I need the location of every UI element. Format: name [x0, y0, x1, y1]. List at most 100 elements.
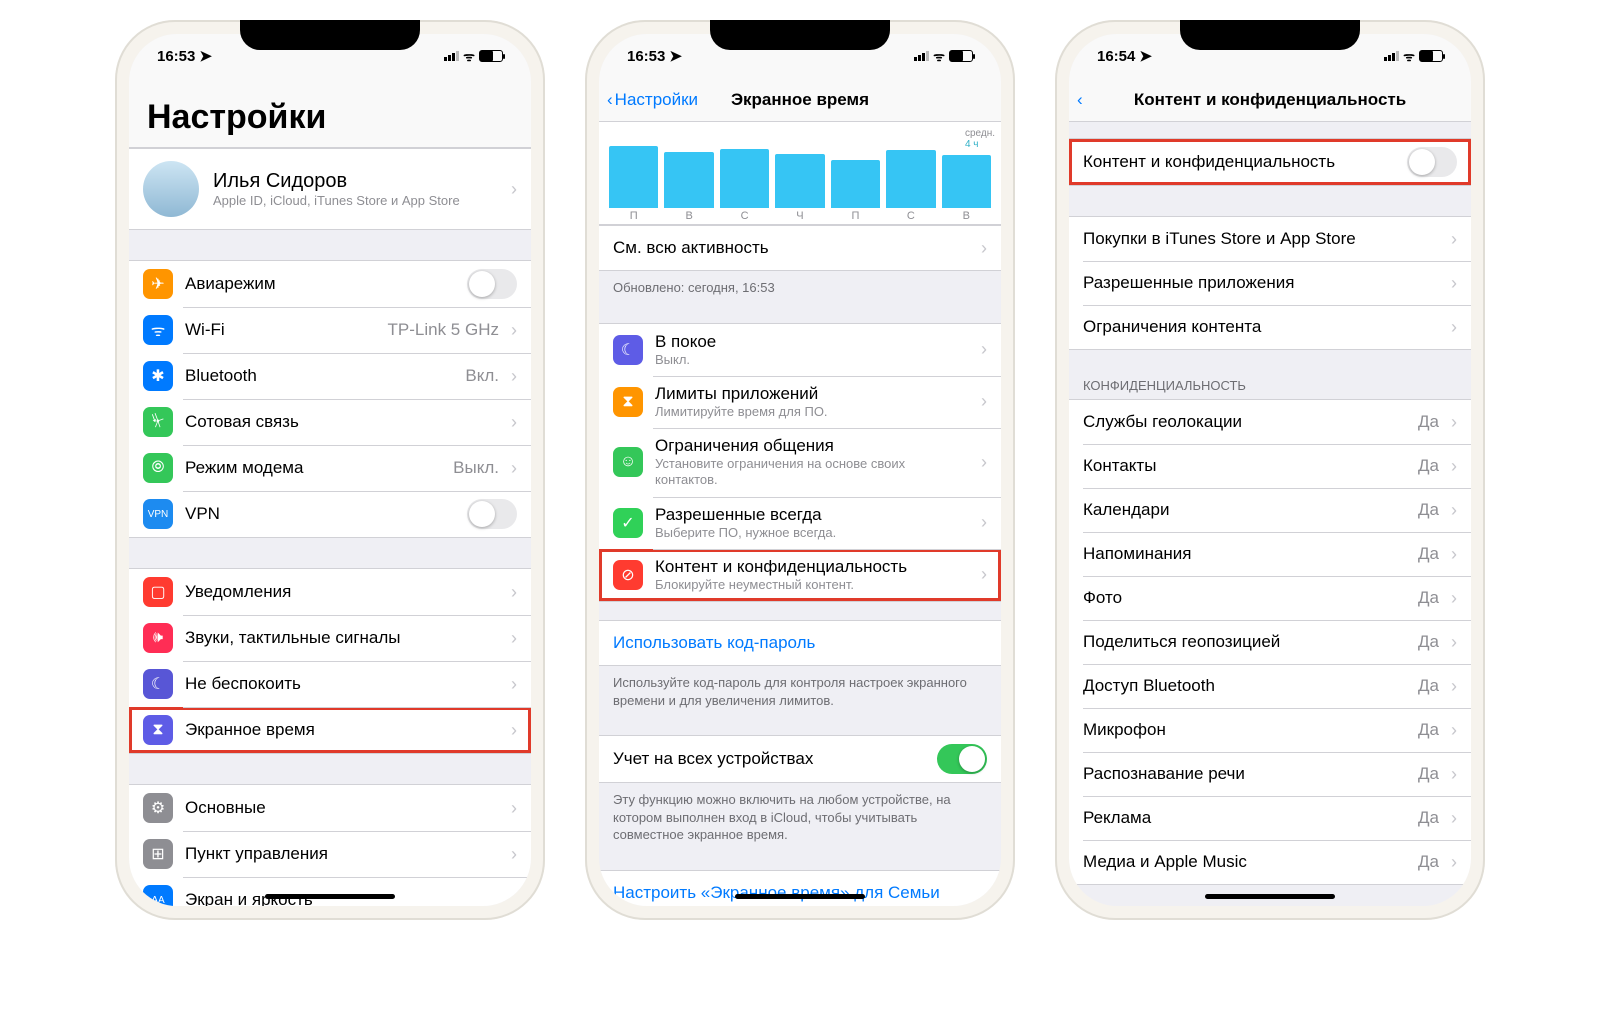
chart-day-labels: ПВСЧПСВ: [609, 208, 991, 222]
list-row[interactable]: Службы геолокацииДа›: [1069, 400, 1471, 444]
row-title: Медиа и Apple Music: [1083, 852, 1406, 872]
settings-row[interactable]: VPNVPN: [129, 491, 531, 537]
share-toggle[interactable]: [937, 744, 987, 774]
screen-content-privacy: 16:54 ➤ ᯤ ‹ Контент и конфиденциальность…: [1069, 34, 1471, 906]
chevron-icon: ›: [1451, 764, 1457, 785]
notch: [240, 20, 420, 50]
see-all-activity-row[interactable]: См. всю активность ›: [599, 226, 1001, 270]
back-button[interactable]: ‹ Настройки: [607, 90, 698, 110]
settings-list[interactable]: Илья Сидоров Apple ID, iCloud, iTunes St…: [129, 148, 531, 906]
home-indicator[interactable]: [1205, 894, 1335, 899]
list-row[interactable]: ФотоДа›: [1069, 576, 1471, 620]
phone-2: 16:53 ➤ ᯤ ‹ Настройки Экранное время сре…: [585, 20, 1015, 920]
звуки-тактильные-сигналы-icon: 🕪: [143, 623, 173, 653]
list-row[interactable]: Доступ BluetoothДа›: [1069, 664, 1471, 708]
list-row[interactable]: Ограничения контента›: [1069, 305, 1471, 349]
row-subtitle: Установите ограничения на основе своих к…: [655, 456, 969, 489]
location-icon: ➤: [1139, 47, 1152, 65]
row-title: Сотовая связь: [185, 412, 487, 432]
settings-row[interactable]: 🕪Звуки, тактильные сигналы›: [129, 615, 531, 661]
row-title: Контент и конфиденциальность: [655, 557, 969, 577]
list-row[interactable]: КонтактыДа›: [1069, 444, 1471, 488]
chevron-icon: ›: [1451, 544, 1457, 565]
settings-row[interactable]: ✓Разрешенные всегдаВыберите ПО, нужное в…: [599, 497, 1001, 549]
list-row[interactable]: НапоминанияДа›: [1069, 532, 1471, 576]
content-privacy-toggle[interactable]: [1407, 147, 1457, 177]
notch: [1180, 20, 1360, 50]
list-row[interactable]: Покупки в iTunes Store и App Store›: [1069, 217, 1471, 261]
row-detail: Да: [1418, 500, 1439, 520]
settings-row[interactable]: ✱BluetoothВкл.›: [129, 353, 531, 399]
settings-row[interactable]: ☺Ограничения общенияУстановите ограничен…: [599, 428, 1001, 497]
chevron-icon: ›: [981, 452, 987, 473]
settings-row[interactable]: ⧗Лимиты приложенийЛимитируйте время для …: [599, 376, 1001, 428]
режим-модема-icon: ⦾: [143, 453, 173, 483]
list-row[interactable]: Поделиться геопозициейДа›: [1069, 620, 1471, 664]
settings-row[interactable]: ⦾Режим модемаВыкл.›: [129, 445, 531, 491]
row-title: Режим модема: [185, 458, 441, 478]
list-row[interactable]: Разрешенные приложения›: [1069, 261, 1471, 305]
use-passcode-row[interactable]: Использовать код-пароль: [599, 621, 1001, 665]
settings-row[interactable]: ⧗Экранное время›: [129, 707, 531, 753]
chevron-icon: ›: [511, 179, 517, 200]
chevron-icon: ›: [511, 720, 517, 741]
passcode-group: Использовать код-пароль: [599, 620, 1001, 666]
row-title: Уведомления: [185, 582, 499, 602]
list-row[interactable]: Медиа и Apple MusicДа›: [1069, 840, 1471, 884]
settings-row[interactable]: ▢Уведомления›: [129, 569, 531, 615]
settings-row[interactable]: ⊘Контент и конфиденциальностьБлокируйте …: [599, 549, 1001, 601]
list-row[interactable]: РекламаДа›: [1069, 796, 1471, 840]
back-button[interactable]: ‹: [1077, 90, 1083, 110]
toggle[interactable]: [467, 499, 517, 529]
settings-row[interactable]: ☾Не беспокоить›: [129, 661, 531, 707]
row-subtitle: Лимитируйте время для ПО.: [655, 404, 969, 420]
chart-day: П: [609, 210, 658, 222]
updated-label: Обновлено: сегодня, 16:53: [599, 271, 1001, 305]
settings-row[interactable]: ☾В покоеВыкл.›: [599, 324, 1001, 376]
usage-chart[interactable]: средн. 4 ч ПВСЧПСВ: [599, 122, 1001, 225]
list-row[interactable]: КалендариДа›: [1069, 488, 1471, 532]
content-privacy-toggle-row[interactable]: Контент и конфиденциальность: [1069, 139, 1471, 185]
status-time: 16:53: [157, 48, 195, 65]
screen-settings-root: 16:53 ➤ ᯤ Настройки Илья Сидоров Apple I…: [129, 34, 531, 906]
chevron-icon: ›: [1451, 720, 1457, 741]
row-subtitle: Выберите ПО, нужное всегда.: [655, 525, 969, 541]
screentime-content[interactable]: средн. 4 ч ПВСЧПСВ См. всю активность › …: [599, 122, 1001, 906]
chevron-icon: ›: [981, 391, 987, 412]
chevron-icon: ›: [1451, 317, 1457, 338]
cellular-icon: [1384, 51, 1399, 61]
settings-row[interactable]: ⏧Сотовая связь›: [129, 399, 531, 445]
settings-row[interactable]: AAЭкран и яркость›: [129, 877, 531, 906]
row-title: Пункт управления: [185, 844, 499, 864]
toggle[interactable]: [467, 269, 517, 299]
content-privacy-list[interactable]: Контент и конфиденциальность Покупки в i…: [1069, 122, 1471, 906]
chart-average-label: средн. 4 ч: [965, 128, 995, 150]
row-title: Поделиться геопозицией: [1083, 632, 1406, 652]
settings-row[interactable]: ⊞Пункт управления›: [129, 831, 531, 877]
chevron-icon: ›: [1451, 273, 1457, 294]
phone-1: 16:53 ➤ ᯤ Настройки Илья Сидоров Apple I…: [115, 20, 545, 920]
navbar: ‹ Настройки Экранное время: [599, 78, 1001, 122]
row-title: Разрешенные всегда: [655, 505, 969, 525]
chevron-icon: ›: [511, 366, 517, 387]
apple-id-row[interactable]: Илья Сидоров Apple ID, iCloud, iTunes St…: [129, 148, 531, 230]
wi-fi-icon: ᯤ: [143, 315, 173, 345]
сотовая-связь-icon: ⏧: [143, 407, 173, 437]
settings-row[interactable]: ᯤWi-FiTP-Link 5 GHz›: [129, 307, 531, 353]
home-indicator[interactable]: [735, 894, 865, 899]
list-row[interactable]: Распознавание речиДа›: [1069, 752, 1471, 796]
profile-name: Илья Сидоров: [213, 170, 497, 193]
setup-family-row[interactable]: Настроить «Экранное время» для Семьи: [599, 871, 1001, 906]
share-across-devices-row[interactable]: Учет на всех устройствах: [599, 736, 1001, 782]
settings-row[interactable]: ⚙Основные›: [129, 785, 531, 831]
row-detail: Да: [1418, 456, 1439, 476]
chart-bar: [775, 154, 824, 208]
list-row[interactable]: МикрофонДа›: [1069, 708, 1471, 752]
chevron-icon: ›: [981, 339, 987, 360]
chart-bar: [831, 160, 880, 208]
home-indicator[interactable]: [265, 894, 395, 899]
settings-row[interactable]: ✈Авиарежим: [129, 261, 531, 307]
row-detail: Да: [1418, 808, 1439, 828]
ограничения-общения-icon: ☺: [613, 447, 643, 477]
row-title: Не беспокоить: [185, 674, 499, 694]
